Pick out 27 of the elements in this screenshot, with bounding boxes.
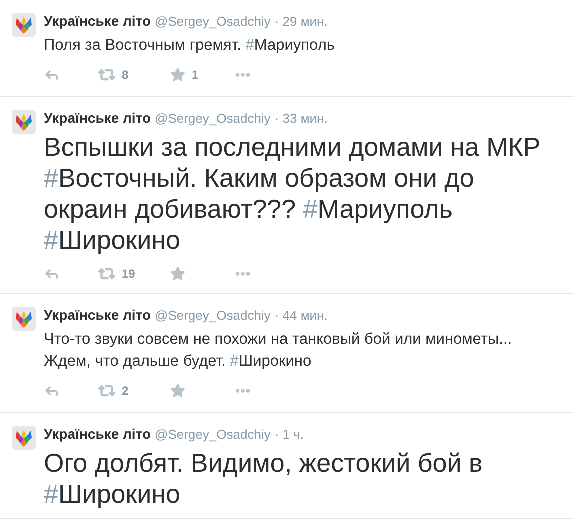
tweet-text: Поля за Восточным гремят. #Мариуполь <box>44 36 335 56</box>
tweet-text: Вспышки за последними домами на МКР #Восточный. Каким образом они до окраин добивают??? #Мариуполь #Широкино <box>44 132 542 256</box>
favorite-icon[interactable] <box>170 383 186 399</box>
author-handle[interactable]: @Sergey_Osadchiy <box>155 425 271 444</box>
favorite-count: 1 <box>192 67 199 84</box>
avatar-icon[interactable] <box>12 110 36 134</box>
author-handle[interactable]: @Sergey_Osadchiy <box>155 306 271 326</box>
author-name[interactable]: Українське літо <box>44 11 151 32</box>
avatar-icon[interactable] <box>12 426 36 450</box>
retweet-count: 2 <box>122 383 129 400</box>
tweet-time[interactable]: · 44 мин. <box>274 306 328 326</box>
tweet-text: Что-то звуки совсем не похожи на танковый бой или минометы... Ждем, что дальше будет. #Широкино <box>44 330 514 372</box>
retweet-count: 19 <box>122 266 136 283</box>
author-name[interactable]: Українське літо <box>44 108 151 129</box>
tweet-time[interactable]: · 1 ч. <box>274 425 304 444</box>
author-name[interactable]: Українське літо <box>44 424 151 445</box>
tweet-text: Ого долбят. Видимо, жестокий бой в #Широкино <box>44 448 484 510</box>
author-name[interactable]: Українське літо <box>44 305 151 326</box>
favorite-icon[interactable] <box>170 67 186 83</box>
tweet-time[interactable]: · 33 мин. <box>274 109 328 128</box>
tweet-time[interactable]: · 29 мин. <box>274 12 328 32</box>
avatar-icon[interactable] <box>12 13 36 37</box>
author-handle[interactable]: @Sergey_Osadchiy <box>155 109 271 128</box>
retweet-count: 8 <box>122 67 129 84</box>
avatar-icon[interactable] <box>12 307 36 331</box>
author-handle[interactable]: @Sergey_Osadchiy <box>155 12 271 32</box>
favorite-icon[interactable] <box>170 266 186 282</box>
